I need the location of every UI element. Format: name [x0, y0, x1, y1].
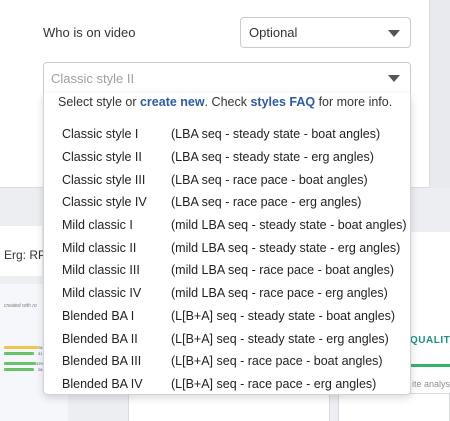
style-option-name: Classic style I: [62, 127, 139, 142]
style-option[interactable]: Classic style I (LBA seq - steady state -…: [44, 123, 410, 146]
style-option-desc: (mild LBA seq - race pace - boat angles): [171, 263, 395, 278]
style-option[interactable]: Mild classic III (mild LBA seq - race pac…: [44, 259, 410, 282]
who-on-video-value: Optional: [249, 25, 298, 40]
chart-bar-yellow: [4, 346, 38, 349]
chart-value: 31: [38, 351, 43, 356]
style-option[interactable]: Mild classic I (mild LBA seq - steady sta…: [44, 214, 410, 237]
style-option[interactable]: Classic style III (LBA seq - race pace - …: [44, 168, 410, 191]
style-option-name: Blended BA I: [62, 308, 135, 323]
style-option-desc: (LBA seq - steady state - boat angles): [171, 127, 381, 142]
help-text: . Check: [204, 95, 251, 109]
style-option-name: Blended BA II: [62, 331, 138, 346]
style-option-name: Mild classic IV: [62, 286, 142, 301]
style-dropdown-menu: Select style or create new. Check styles…: [43, 93, 411, 395]
style-option-name: Classic style II: [62, 150, 142, 165]
style-select-placeholder: Classic style II: [51, 70, 135, 86]
who-on-video-label: Who is on video: [43, 25, 136, 40]
style-option-name: Classic style III: [62, 172, 146, 187]
style-option-name: Classic style IV: [62, 195, 147, 210]
style-option-desc: (L[B+A] seq - steady state - boat angles…: [171, 308, 396, 323]
style-option[interactable]: Blended BA III (L[B+A] seq - race pace - …: [44, 350, 410, 373]
dropdown-help-text: Select style or create new. Check styles…: [58, 95, 392, 109]
style-option[interactable]: Classic style II (LBA seq - steady state …: [44, 146, 410, 169]
style-option-desc: (mild LBA seq - race pace - erg angles): [171, 286, 388, 301]
style-option-desc: (L[B+A] seq - steady state - erg angles): [171, 331, 389, 346]
style-option-desc: (LBA seq - steady state - erg angles): [171, 150, 374, 165]
style-option-name: Mild classic I: [62, 218, 133, 233]
style-option-desc: (LBA seq - race pace - erg angles): [171, 195, 362, 210]
chart-bar-green: [4, 352, 34, 355]
chart-bar-green: [4, 368, 34, 371]
chevron-down-icon: [388, 75, 400, 82]
style-option[interactable]: Blended BA I (L[B+A] seq - steady state -…: [44, 305, 410, 328]
style-option-desc: (mild LBA seq - steady state - boat angl…: [171, 218, 407, 233]
chart-caption: created with ro: [4, 303, 37, 309]
chart-value: 28: [38, 345, 43, 350]
chart-value: 28: [38, 367, 43, 372]
style-options-list: Classic style I (LBA seq - steady state -…: [44, 123, 410, 395]
styles-faq-link[interactable]: styles FAQ: [250, 95, 315, 109]
quality-label: QUALITY: [410, 335, 450, 346]
quality-bar: [410, 364, 450, 367]
metric-card: [128, 393, 330, 421]
style-option[interactable]: Blended BA IV (L[B+A] seq - race pace - e…: [44, 373, 410, 396]
metric-card: [338, 393, 450, 421]
analysis-text: ite analys: [412, 379, 450, 389]
style-option-name: Blended BA III: [62, 354, 142, 369]
help-text: Select style or: [58, 95, 140, 109]
style-option-desc: (L[B+A] seq - race pace - erg angles): [171, 376, 377, 391]
chart-bar-green: [4, 362, 36, 365]
style-option-desc: (mild LBA seq - steady state - erg angle…: [171, 240, 401, 255]
style-option-name: Blended BA IV: [62, 376, 143, 391]
style-option[interactable]: Classic style IV (LBA seq - race pace - e…: [44, 191, 410, 214]
style-option-desc: (LBA seq - race pace - boat angles): [171, 172, 368, 187]
style-option-desc: (L[B+A] seq - race pace - boat angles): [171, 354, 383, 369]
erg-label: Erg: RP: [4, 248, 47, 262]
style-select[interactable]: Classic style II: [43, 62, 411, 94]
help-text: for more info.: [315, 95, 393, 109]
who-on-video-select[interactable]: Optional: [240, 17, 411, 48]
style-option[interactable]: Mild classic IV (mild LBA seq - race pace…: [44, 282, 410, 305]
chevron-down-icon: [388, 29, 400, 37]
style-option[interactable]: Mild classic II (mild LBA seq - steady st…: [44, 236, 410, 259]
style-option-name: Mild classic III: [62, 263, 140, 278]
style-option-name: Mild classic II: [62, 240, 137, 255]
style-option[interactable]: Blended BA II (L[B+A] seq - steady state …: [44, 327, 410, 350]
create-new-link[interactable]: create new: [140, 95, 205, 109]
